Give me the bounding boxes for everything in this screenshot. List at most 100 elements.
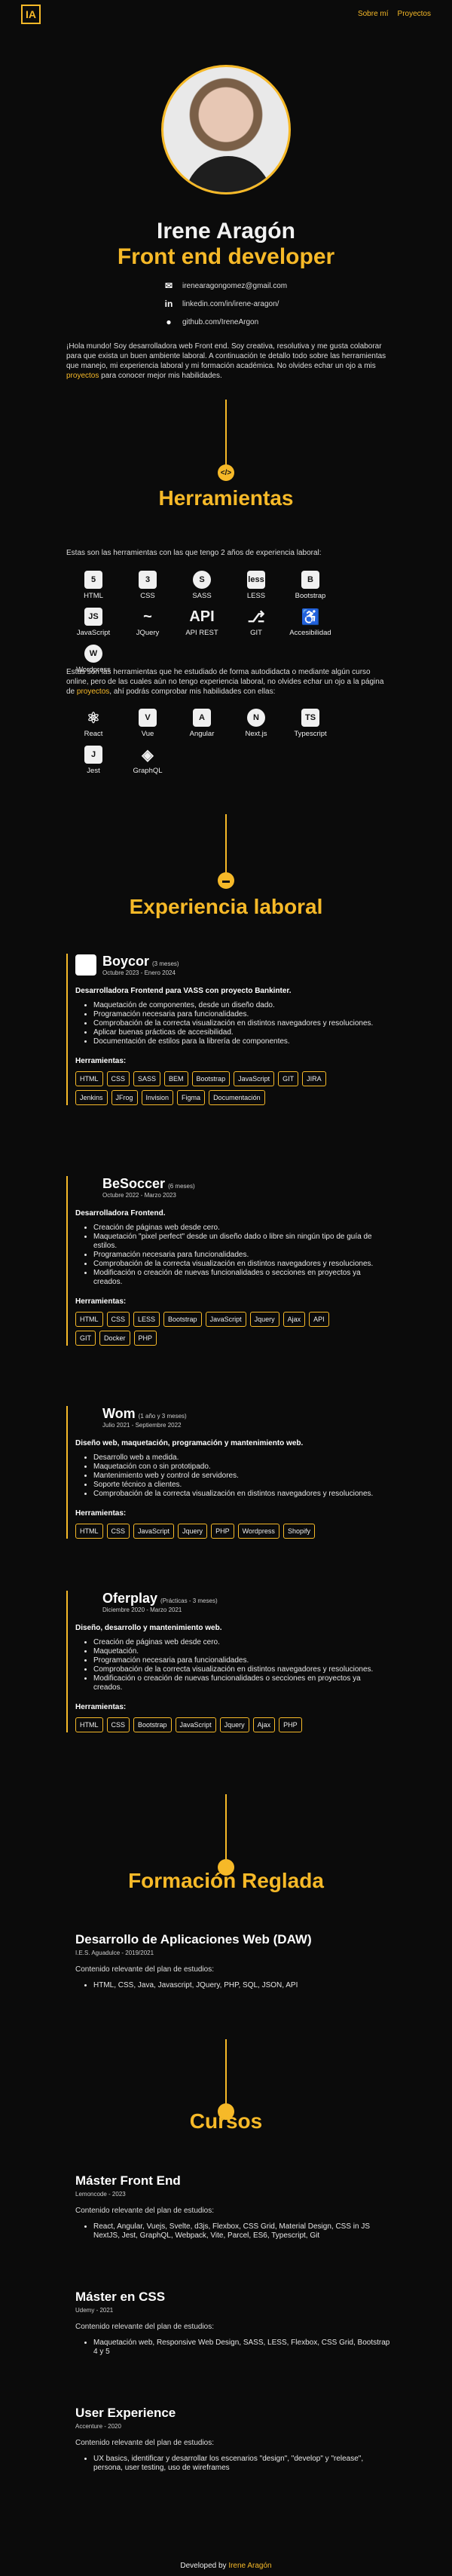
tech-tag: JavaScript [205,1312,246,1327]
tool-item: J Jest [66,746,121,775]
job-entry: Wom (1 año y 3 meses) Julio 2021 - Septiem… [66,1406,383,1539]
job-entry: Boycor (3 meses) Octubre 2023 - Enero 2024… [66,954,383,1105]
contact-email[interactable]: ✉ irenearagongomez@gmail.com [163,277,287,295]
timeline-line [225,400,227,467]
course-meta: Udemy - 2021 [75,2307,114,2314]
job-tags: HTML CSS SASS BEM Bootstrap JavaScript GIT JIRA… [75,1071,331,1105]
angular-icon: A [193,709,211,727]
mail-icon: ✉ [164,280,173,291]
course-description: Contenido relevante del plan de estudios… [75,2439,215,2447]
tool-label: Accesibilidad [289,629,331,637]
intro-text: ¡Hola mundo! Soy desarrolladora web Fron… [66,342,386,380]
tool-item: B Bootstrap [283,571,337,600]
tool-label: GIT [250,629,262,637]
job-task: Comprobación de la correcta visualizació… [93,1490,383,1499]
nextjs-icon: N [247,709,265,727]
tech-tag: Ajax [282,1312,306,1327]
course-content-item: UX basics, identificar y desarrollar los… [93,2455,392,2473]
tech-tag: GIT [278,1071,299,1086]
job-task: Mantenimiento web y control de servidore… [93,1472,383,1481]
contact-github[interactable]: ● github.com/IreneArgon [163,313,287,331]
tech-tag: CSS [106,1524,130,1539]
jquery-icon: ~ [143,608,152,625]
api-icon: API [189,608,215,625]
contact-list: ✉ irenearagongomez@gmail.com in linkedin.c… [163,277,287,331]
job-tags: HTML CSS JavaScript Jquery PHP Wordpress Shopi… [75,1524,331,1539]
job-duration: (Prácticas - 3 meses) [160,1597,218,1604]
tech-tag: CSS [106,1071,130,1086]
tech-tag: BEM [164,1071,188,1086]
job-task: Maquetación "pixel perfect" desde un dis… [93,1233,383,1251]
tech-tag: Documentación [209,1090,265,1105]
tech-tag: HTML [75,1717,103,1732]
nav-about[interactable]: Sobre mí [358,10,389,18]
job-task: Programación necesaria para funcionalida… [93,1251,383,1260]
job-tools-label: Herramientas: [75,1297,127,1306]
job-task: Maquetación. [93,1647,383,1656]
job-entry: BeSoccer (6 meses) Octubre 2022 - Marzo 20… [66,1176,383,1346]
tool-label: JavaScript [76,629,111,637]
top-bar: IA Sobre mí Proyectos [0,0,452,30]
tool-label: Bootstrap [295,592,326,600]
course-title: Desarrollo de Aplicaciones Web (DAW) [75,1932,312,1947]
briefcase-icon: ▬ [218,872,234,889]
nav-projects[interactable]: Proyectos [398,10,431,18]
course-meta: I.E.S. Aguadulce - 2019/2021 [75,1950,154,1956]
contact-linkedin[interactable]: in linkedin.com/in/irene-aragon/ [163,295,287,313]
tech-tag: JFrog [111,1090,138,1105]
sass-icon: S [193,571,211,589]
job-role: Desarrolladora Frontend. [75,1209,166,1218]
job-task: Programación necesaria para funcionalida… [93,1010,383,1019]
tools-list-self-taught: ⚛ React V Vue A Angular N Next.js TS Typescript J J… [66,709,390,775]
tool-item: S SASS [175,571,229,600]
course-item: Máster Front End Lemoncode - 2023 Conten… [75,2173,392,2241]
tech-tag: Jquery [178,1524,208,1539]
footer: Developed by Irene Aragón [180,2562,272,2570]
tools-title: Herramientas [158,486,294,510]
tools-projects-link[interactable]: proyectos [77,688,109,696]
profile-photo [161,65,291,195]
tech-tag: CSS [106,1312,130,1327]
main-nav: Sobre mí Proyectos [358,10,431,18]
less-icon: less [247,571,265,589]
tech-tag: JavaScript [175,1717,216,1732]
profile-role: Front end developer [117,244,335,269]
tech-tag: Bootstrap [191,1071,231,1086]
tools-intro: Estas son las herramientas con las que t… [66,549,322,557]
job-task: Programación necesaria para funcionalida… [93,1656,383,1665]
tools-badge-icon: </> [218,464,234,481]
job-entry: Oferplay (Prácticas - 3 meses) Diciembre 2… [66,1591,383,1732]
tool-label: Jest [87,767,100,775]
tool-item: ♿ Accesibilidad [283,608,337,638]
tech-tag: CSS [106,1717,130,1732]
tool-item: ⚛ React [66,709,121,739]
tech-tag: HTML [75,1524,103,1539]
javascript-icon: JS [84,608,102,626]
timeline-line [225,2039,227,2107]
tool-item: 5 HTML [66,571,121,600]
job-duration: (3 meses) [152,960,179,967]
vue-icon: V [139,709,157,727]
company-name: BeSoccer [102,1176,166,1191]
job-dates: Julio 2021 - Septiembre 2022 [102,1422,182,1429]
git-icon: ⎇ [247,608,265,626]
logo[interactable]: IA [21,5,41,24]
job-tools-label: Herramientas: [75,1509,127,1518]
job-tags: HTML CSS LESS Bootstrap JavaScript Jquery Ajax… [75,1312,331,1346]
tech-tag: HTML [75,1071,103,1086]
course-meta: Accenture - 2020 [75,2423,121,2430]
github-icon: ● [166,317,172,327]
job-task: Modificación o creación de nuevas funcio… [93,1269,383,1287]
job-dates: Diciembre 2020 - Marzo 2021 [102,1607,182,1613]
tech-tag: Docker [99,1331,130,1346]
course-description: Contenido relevante del plan de estudios… [75,2323,215,2331]
tool-label: CSS [140,592,155,600]
css3-icon: 3 [139,571,157,589]
tool-item: V Vue [121,709,175,738]
intro-projects-link[interactable]: proyectos [66,372,99,380]
job-task: Modificación o creación de nuevas funcio… [93,1674,383,1692]
job-task: Creación de páginas web desde cero. [93,1638,383,1647]
tech-tag: JIRA [302,1071,326,1086]
tech-tag: Invision [141,1090,174,1105]
job-task: Maquetación de componentes, desde un dis… [93,1001,383,1010]
